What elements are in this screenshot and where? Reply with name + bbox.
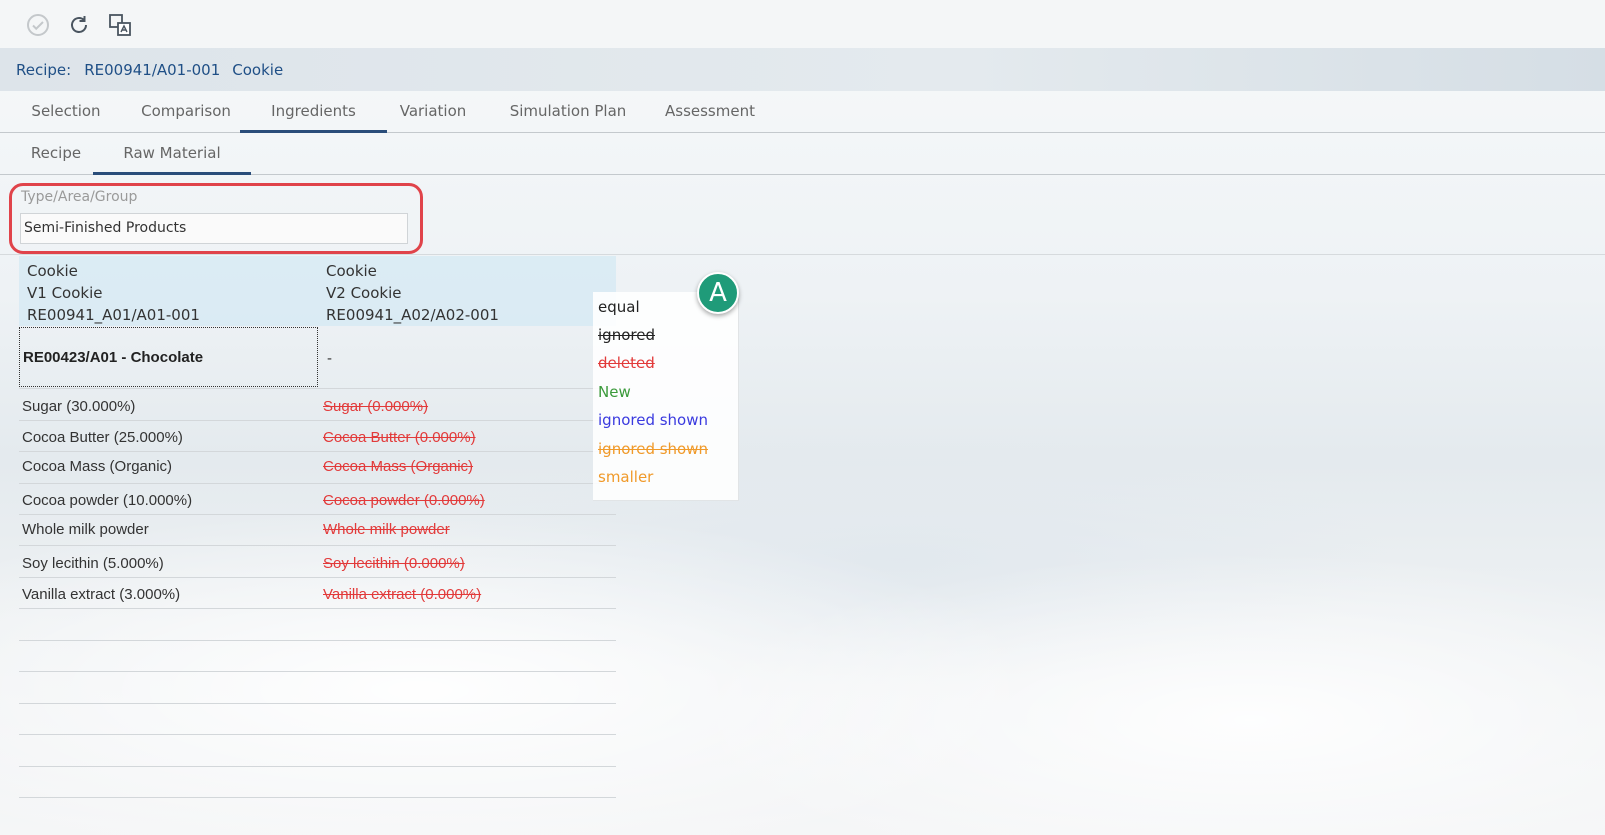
col1-line2: V1 Cookie [27,284,103,302]
tab-selection[interactable]: Selection [16,92,116,131]
table-row-right[interactable]: Vanilla extract (0.000%) [323,586,481,603]
table-row-right[interactable]: Cocoa Butter (0.000%) [323,429,476,446]
subtab-recipe[interactable]: Recipe [20,134,92,173]
type-area-group-field[interactable]: Semi-Finished Products [20,213,408,244]
legend-deleted: deleted [598,354,655,372]
table-row-left[interactable]: Whole milk powder [22,521,149,538]
row-divider [19,420,616,421]
col2-line3: RE00941_A02/A02-001 [326,306,499,324]
row-divider [19,608,616,609]
table-row-right[interactable]: Sugar (0.000%) [323,398,428,415]
tab-ingredients[interactable]: Ingredients [240,92,387,133]
tab-variation[interactable]: Variation [391,92,475,131]
row-divider [19,797,616,798]
group-row-cell[interactable]: RE00423/A01 - Chocolate [19,327,318,387]
table-row-right[interactable]: Soy lecithin (0.000%) [323,555,465,572]
tab-simulation-plan[interactable]: Simulation Plan [503,92,633,131]
row-divider [19,734,616,735]
table-row-right[interactable]: Cocoa powder (0.000%) [323,492,485,509]
legend-ignored-shown: ignored shown [598,411,709,429]
subtab-raw-material[interactable]: Raw Material [93,134,251,175]
col1-line3: RE00941_A01/A01-001 [27,306,200,324]
table-row-left[interactable]: Cocoa powder (10.000%) [22,492,192,509]
col1-line1: Cookie [27,262,78,280]
filter-label: Type/Area/Group [21,189,138,205]
divider [0,254,1605,255]
legend-equal: equal [598,298,640,316]
table-row-left[interactable]: Cocoa Mass (Organic) [22,458,172,475]
table-row-left[interactable]: Sugar (30.000%) [22,398,135,415]
recipe-id: RE00941/A01-001 [84,60,221,79]
legend-ignored: ignored [598,326,655,344]
row-divider [19,483,616,484]
row-divider [19,671,616,672]
check-circle-icon[interactable] [24,11,52,39]
row-divider [19,388,616,389]
column-header: Cookie V1 Cookie RE00941_A01/A01-001 Coo… [19,256,616,326]
row-divider [19,640,616,641]
col2-line2: V2 Cookie [326,284,402,302]
tab-assessment[interactable]: Assessment [657,92,763,131]
table-row-left[interactable]: Cocoa Butter (25.000%) [22,429,183,446]
recipe-label: Recipe: [16,60,72,79]
table-row-left[interactable]: Soy lecithin (5.000%) [22,555,164,572]
row-divider [19,766,616,767]
col2-line1: Cookie [326,262,377,280]
sub-tabs: Recipe Raw Material [0,134,1605,175]
table-row-left[interactable]: Vanilla extract (3.000%) [22,586,180,603]
legend-smaller: smaller [598,468,654,486]
toolbar [0,0,1605,48]
table-row-right[interactable]: Cocoa Mass (Organic) [323,458,473,475]
row-divider [19,514,616,515]
tab-comparison[interactable]: Comparison [130,92,242,131]
group-row-right: - [327,350,332,367]
legend-popup: equal ignored deleted New ignored shown … [593,292,739,501]
row-divider [19,545,616,546]
main-tabs: Selection Comparison Ingredients Variati… [0,92,1605,133]
legend-new: New [598,383,631,401]
translate-icon[interactable] [106,11,134,39]
table-row-right[interactable]: Whole milk powder [323,521,450,538]
legend-ignored-shown-struck: ignored shown [598,440,709,458]
callout-badge: A [697,272,739,314]
recipe-name: Cookie [232,60,284,79]
row-divider [19,577,616,578]
refresh-icon[interactable] [65,11,93,39]
row-divider [19,451,616,452]
recipe-header: Recipe: RE00941/A01-001 Cookie [0,48,1605,91]
row-divider [19,703,616,704]
